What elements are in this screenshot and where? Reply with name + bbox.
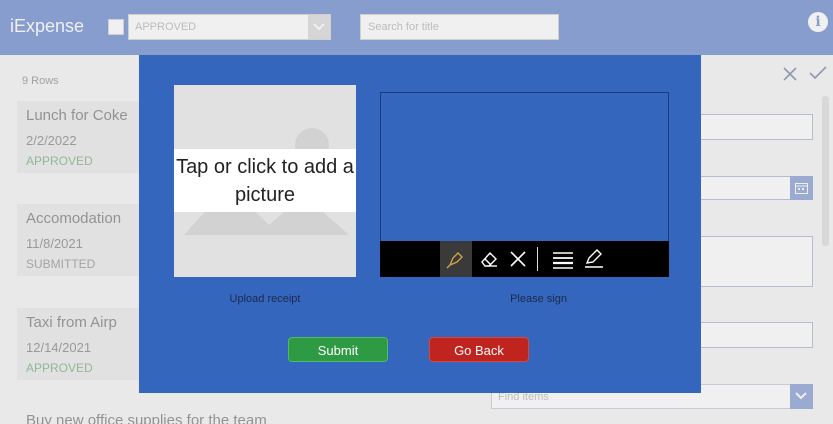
line-weight-icon [553, 252, 573, 269]
eraser-icon [481, 251, 497, 267]
toolbar-divider [537, 247, 538, 271]
pen-icon [446, 252, 463, 269]
receipt-dialog: Tap or click to add a picture Upload rec… [139, 55, 701, 393]
pen-color-tool[interactable] [577, 241, 609, 277]
go-back-button[interactable]: Go Back [429, 337, 529, 362]
pen-toolbar [380, 241, 669, 277]
line-weight-tool[interactable] [546, 241, 578, 277]
pen-tool[interactable] [440, 241, 472, 277]
eraser-tool[interactable] [473, 241, 505, 277]
clear-icon [510, 251, 526, 267]
clear-tool[interactable] [502, 241, 534, 277]
add-picture-control[interactable]: Tap or click to add a picture [174, 85, 356, 277]
submit-button[interactable]: Submit [288, 337, 388, 362]
please-sign-label: Please sign [510, 293, 567, 305]
upload-receipt-label: Upload receipt [229, 293, 301, 305]
add-picture-prompt: Tap or click to add a picture [174, 149, 356, 212]
color-pen-icon [585, 249, 603, 268]
